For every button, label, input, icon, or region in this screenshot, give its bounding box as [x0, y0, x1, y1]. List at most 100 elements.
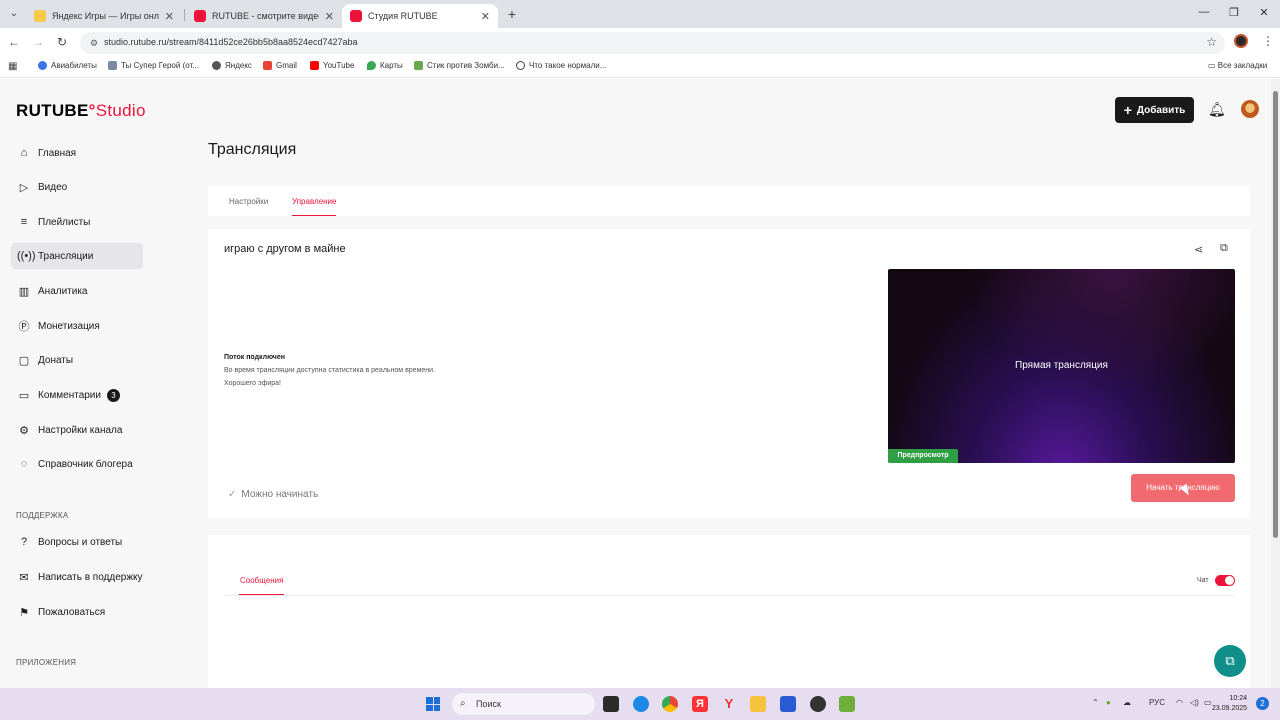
site-info-icon[interactable]: ⚙	[88, 37, 100, 49]
url-text[interactable]: studio.rutube.ru/stream/8411d52ce26bb5b8…	[104, 37, 358, 47]
stream-preview[interactable]: Прямая трансляция Предпросмотр	[888, 269, 1235, 463]
minimize-window-icon[interactable]: —	[1197, 6, 1211, 18]
restore-window-icon[interactable]: ❐	[1227, 6, 1241, 19]
yandex-browser-icon[interactable]: Я	[692, 696, 708, 712]
all-bookmarks[interactable]: ▭ Все закладки	[1208, 61, 1267, 70]
task-view-icon[interactable]	[603, 696, 619, 712]
maps-pin-icon	[367, 61, 376, 70]
game-icon	[108, 61, 117, 70]
tray-chevron-icon[interactable]: ⌃	[1092, 698, 1099, 707]
sidebar-item-broadcasts[interactable]: ((•)) Трансляции	[11, 243, 143, 269]
page-title: Трансляция	[208, 141, 297, 158]
browser-toolbar: ← → ↻ ⚙ studio.rutube.ru/stream/8411d52c…	[0, 28, 1280, 56]
chat-toggle[interactable]	[1215, 575, 1235, 586]
profile-avatar-icon[interactable]	[1234, 34, 1248, 48]
close-window-icon[interactable]: ✕	[1257, 6, 1271, 19]
taskbar-search[interactable]: ⌕ Поиск	[452, 693, 595, 715]
bookmark-label: YouTube	[323, 61, 355, 70]
tab-messages[interactable]: Сообщения	[238, 576, 285, 595]
sidebar-item-monetization[interactable]: Ⓟ Монетизация	[11, 313, 143, 339]
sidebar-item-comments[interactable]: ▭ Комментарии 3	[11, 382, 143, 408]
logo-studio-text: Studio	[95, 101, 146, 120]
support-section-label: ПОДДЕРЖКА	[16, 511, 69, 520]
tray-cloud-icon[interactable]: ☁	[1123, 698, 1131, 707]
check-icon: ✓	[228, 489, 237, 500]
video-icon: ▷	[19, 181, 29, 194]
bookmark-yandex[interactable]: Яндекс	[212, 61, 252, 70]
bookmark-stick-vs-zombies[interactable]: Стик против Зомби...	[414, 61, 505, 70]
bookmark-youtube[interactable]: YouTube	[310, 61, 354, 70]
tray-app-icon[interactable]: ●	[1106, 698, 1111, 707]
reload-icon[interactable]: ↻	[54, 34, 70, 50]
apps-grid-icon[interactable]: ▦	[8, 61, 17, 72]
close-tab-icon[interactable]: ✕	[481, 10, 490, 23]
share-icon[interactable]: ⋖	[1194, 243, 1203, 256]
windows-start-icon[interactable]	[426, 697, 440, 711]
address-bar[interactable]: ⚙ studio.rutube.ru/stream/8411d52ce26bb5…	[80, 32, 1225, 54]
gmail-icon	[263, 61, 272, 70]
notifications-bell-icon[interactable]: 🔔︎	[1208, 101, 1226, 118]
close-tab-icon[interactable]: ✕	[165, 10, 174, 23]
comments-count-badge: 3	[106, 388, 120, 402]
bookmark-aviatickets[interactable]: Авиабилеты	[38, 61, 97, 70]
scrollbar-thumb[interactable]	[1273, 91, 1278, 538]
sidebar-item-label: Справочник блогера	[38, 458, 133, 470]
battery-icon[interactable]: ▭	[1204, 698, 1212, 707]
browser-tab-yandex-games[interactable]: Яндекс Игры — Игры онлайн ✕	[26, 4, 182, 28]
bookmark-gmail[interactable]: Gmail	[263, 61, 297, 70]
browser-menu-icon[interactable]: ⋮	[1262, 34, 1274, 48]
new-tab-icon[interactable]: +	[504, 6, 520, 22]
system-clock[interactable]: 10:24 23.09.2025	[1212, 694, 1247, 714]
forward-icon[interactable]: →	[30, 34, 46, 50]
bookmark-superhero[interactable]: Ты Супер Герой (от...	[108, 61, 199, 70]
edge-icon[interactable]	[633, 696, 649, 712]
close-tab-icon[interactable]: ✕	[325, 10, 334, 23]
flag-icon: ⚑	[19, 606, 29, 619]
sidebar-item-playlists[interactable]: ≡ Плейлисты	[11, 209, 143, 235]
stream-name: играю с другом в майне	[224, 243, 346, 255]
windows-taskbar: ⌕ Поиск Я Y ⌃ ● ☁ РУС ◠ ◁) ▭ 10:24 23.09.2…	[0, 688, 1280, 720]
browser-tab-rutube-studio[interactable]: Студия RUTUBE ✕	[342, 4, 498, 28]
clock-time: 10:24	[1229, 695, 1248, 702]
open-external-icon[interactable]: ⧉	[1220, 242, 1228, 255]
tab-management[interactable]: Управление	[292, 197, 337, 216]
file-explorer-icon[interactable]	[750, 696, 766, 712]
sidebar-item-home[interactable]: ⌂ Главная	[11, 140, 143, 166]
sidebar-item-analytics[interactable]: ▥ Аналитика	[11, 278, 143, 304]
bookmarks-bar: ▦ Авиабилеты Ты Супер Герой (от... Яндек…	[0, 56, 1280, 78]
input-language[interactable]: РУС	[1149, 698, 1165, 707]
bookmark-maps[interactable]: Карты	[367, 61, 403, 70]
bookmark-normal[interactable]: Что такое нормали...	[516, 61, 606, 70]
sidebar-item-channel-settings[interactable]: ⚙ Настройки канала	[11, 417, 143, 443]
sidebar-item-label: Видео	[38, 181, 68, 193]
chat-toggle-label: Чат	[1197, 577, 1209, 584]
all-bookmarks-label: Все закладки	[1217, 61, 1268, 70]
sidebar-item-contact-support[interactable]: ✉ Написать в поддержку	[11, 564, 143, 590]
browser-tab-rutube[interactable]: RUTUBE - смотрите видео онлайн ✕	[186, 4, 342, 28]
sidebar-item-donations[interactable]: ▢ Донаты	[11, 347, 143, 373]
bookmark-star-icon[interactable]: ☆	[1206, 35, 1217, 49]
minecraft-icon[interactable]	[839, 696, 855, 712]
wifi-icon[interactable]: ◠	[1176, 698, 1183, 707]
support-chat-icon[interactable]: ⧉	[1214, 645, 1246, 677]
sidebar-item-video[interactable]: ▷ Видео	[11, 174, 143, 200]
chrome-icon[interactable]	[662, 696, 678, 712]
user-avatar[interactable]	[1241, 100, 1259, 118]
volume-icon[interactable]: ◁)	[1190, 698, 1199, 707]
add-button[interactable]: + Добавить	[1115, 97, 1194, 123]
tab-search-icon[interactable]: ⌄	[6, 6, 22, 22]
stream-status-description: Во время трансляции доступна статистика …	[224, 367, 435, 374]
bookmark-label: Авиабилеты	[51, 61, 97, 70]
back-icon[interactable]: ←	[6, 34, 22, 50]
tab-settings[interactable]: Настройки	[229, 197, 268, 206]
rutube-studio-logo[interactable]: RUTUBE°Studio	[16, 101, 146, 121]
game-app-icon[interactable]	[810, 696, 826, 712]
sidebar-item-label: Аналитика	[38, 285, 88, 297]
store-icon[interactable]	[780, 696, 796, 712]
yandex-y-icon[interactable]: Y	[721, 696, 737, 712]
sidebar-item-blogger-handbook[interactable]: ◌ Справочник блогера	[11, 451, 143, 477]
sidebar-item-report[interactable]: ⚑ Пожаловаться	[11, 599, 143, 625]
folder-icon: ▭	[1208, 61, 1218, 70]
sidebar-item-faq[interactable]: ? Вопросы и ответы	[11, 529, 143, 555]
notification-count-badge[interactable]: 2	[1256, 697, 1269, 710]
